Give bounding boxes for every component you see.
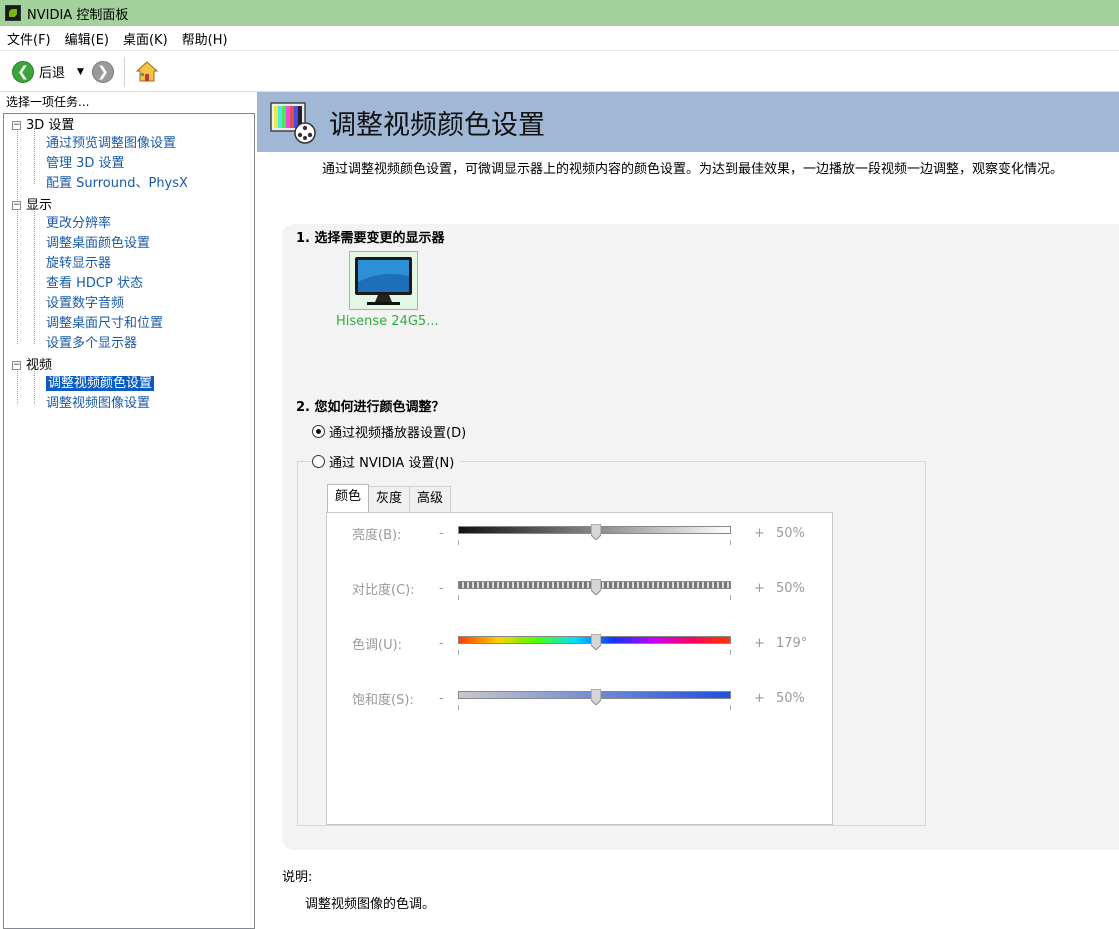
monitor-tile[interactable] — [349, 251, 418, 310]
radio-player-settings[interactable]: 通过视频播放器设置(D) — [312, 422, 466, 441]
contrast-ticks — [458, 595, 731, 600]
title-bar: NVIDIA 控制面板 — [0, 0, 1119, 26]
hue-slider-thumb[interactable] — [590, 633, 601, 651]
brightness-value: 50% — [776, 526, 805, 541]
tab-gamma[interactable]: 灰度 — [368, 486, 411, 512]
contrast-value: 50% — [776, 581, 805, 596]
brightness-minus: - — [439, 526, 444, 541]
menu-bar: 文件(F) 编辑(E) 桌面(K) 帮助(H) — [0, 26, 1119, 51]
tab-strip: 颜色 灰度 高级 — [327, 484, 452, 514]
saturation-value: 50% — [776, 691, 805, 706]
tree-item-multiple-displays[interactable]: 设置多个显示器 — [46, 334, 137, 354]
section2-title: 2. 您如何进行颜色调整？ — [296, 400, 445, 415]
menu-desktop[interactable]: 桌面(K) — [116, 29, 175, 48]
hue-ticks — [458, 650, 731, 655]
tree-item-video-color[interactable]: 调整视频颜色设置 — [46, 374, 155, 394]
page-banner: 调整视频颜色设置 — [257, 92, 1119, 152]
hue-minus: - — [439, 636, 444, 651]
tree-item-desktop-color[interactable]: 调整桌面颜色设置 — [46, 234, 150, 254]
tree-guide-line — [34, 208, 35, 344]
collapse-icon[interactable]: − — [12, 361, 21, 370]
nvidia-logo-icon — [5, 5, 21, 21]
color-tab-panel — [326, 512, 833, 825]
page-intro: 通过调整视频颜色设置，可微调显示器上的视频内容的颜色设置。为达到最佳效果，一边播… — [322, 162, 1064, 177]
radio-selected-icon[interactable] — [312, 425, 325, 438]
back-arrow-icon[interactable]: ❮ — [12, 60, 34, 83]
saturation-minus: - — [439, 691, 444, 706]
saturation-slider[interactable] — [458, 688, 731, 706]
tree-guide-line — [17, 208, 18, 344]
tree-item-preview-image[interactable]: 通过预览调整图像设置 — [46, 134, 176, 154]
toolbar-separator — [123, 56, 125, 87]
tab-color[interactable]: 颜色 — [327, 484, 370, 512]
saturation-ticks — [458, 705, 731, 710]
collapse-icon[interactable]: − — [12, 121, 21, 130]
collapse-icon[interactable]: − — [12, 201, 21, 210]
section1-title: 1. 选择需要变更的显示器 — [296, 231, 445, 246]
tree-category-video[interactable]: − 视频 — [12, 356, 52, 376]
brightness-label: 亮度(B): — [352, 528, 402, 543]
tree-item-change-resolution[interactable]: 更改分辨率 — [46, 214, 111, 234]
back-button-label[interactable]: 后退 — [39, 62, 65, 81]
contrast-minus: - — [439, 581, 444, 596]
brightness-slider-thumb[interactable] — [590, 523, 601, 541]
tree-category-3d[interactable]: −3D 设置 — [12, 116, 74, 136]
tree-item-rotate-display[interactable]: 旋转显示器 — [46, 254, 111, 274]
radio-player-label: 通过视频播放器设置(D) — [329, 426, 467, 441]
tab-advanced[interactable]: 高级 — [409, 486, 452, 512]
brightness-plus: + — [754, 526, 765, 541]
window-title: NVIDIA 控制面板 — [27, 7, 129, 23]
tree-category-label: 3D 设置 — [26, 118, 75, 133]
brightness-slider[interactable] — [458, 523, 731, 541]
video-color-icon — [269, 99, 319, 145]
monitor-icon — [355, 257, 412, 305]
description-label: 说明: — [282, 870, 313, 885]
tree-category-display[interactable]: − 显示 — [12, 196, 52, 216]
tree-item-hdcp-status[interactable]: 查看 HDCP 状态 — [46, 274, 143, 294]
tree-category-label: 视频 — [26, 358, 53, 373]
toolbar: ❮ 后退 ▼ ❯ — [0, 52, 1119, 92]
contrast-slider-thumb[interactable] — [590, 578, 601, 596]
menu-edit[interactable]: 编辑(E) — [58, 29, 116, 48]
home-icon[interactable] — [135, 60, 159, 84]
brightness-ticks — [458, 540, 731, 545]
tree-item-manage-3d[interactable]: 管理 3D 设置 — [46, 154, 125, 174]
page-title: 调整视频颜色设置 — [329, 109, 545, 141]
tree-guide-line — [34, 128, 35, 184]
hue-label: 色调(U): — [352, 638, 403, 653]
hue-value: 179° — [776, 636, 808, 651]
tree-item-surround-physx[interactable]: 配置 Surround、PhysX — [46, 174, 188, 194]
saturation-plus: + — [754, 691, 765, 706]
contrast-plus: + — [754, 581, 765, 596]
hue-plus: + — [754, 636, 765, 651]
history-dropdown-icon[interactable]: ▼ — [77, 67, 84, 77]
forward-arrow-icon[interactable]: ❯ — [91, 60, 114, 83]
task-tree: −3D 设置 通过预览调整图像设置 管理 3D 设置 配置 Surround、P… — [3, 113, 255, 929]
saturation-slider-thumb[interactable] — [590, 688, 601, 706]
radio-unselected-icon[interactable] — [312, 455, 325, 468]
tree-category-label: 显示 — [26, 198, 53, 213]
hue-slider[interactable] — [458, 633, 731, 651]
tree-item-desktop-size[interactable]: 调整桌面尺寸和位置 — [46, 314, 163, 334]
monitor-label[interactable]: Hisense 24G5... — [336, 314, 439, 329]
tree-item-video-image[interactable]: 调整视频图像设置 — [46, 394, 150, 414]
menu-help[interactable]: 帮助(H) — [175, 29, 235, 48]
task-panel-heading: 选择一项任务... — [6, 95, 90, 109]
description-text: 调整视频图像的色调。 — [305, 897, 436, 912]
radio-nvidia-label: 通过 NVIDIA 设置(N) — [329, 456, 455, 471]
contrast-label: 对比度(C): — [352, 583, 415, 598]
radio-nvidia-settings[interactable]: 通过 NVIDIA 设置(N) — [312, 452, 461, 471]
contrast-slider[interactable] — [458, 578, 731, 596]
tree-item-digital-audio[interactable]: 设置数字音频 — [46, 294, 124, 314]
saturation-label: 饱和度(S): — [352, 693, 414, 708]
content-area: 调整视频颜色设置 通过调整视频颜色设置，可微调显示器上的视频内容的颜色设置。为达… — [257, 92, 1119, 929]
menu-file[interactable]: 文件(F) — [0, 29, 58, 48]
